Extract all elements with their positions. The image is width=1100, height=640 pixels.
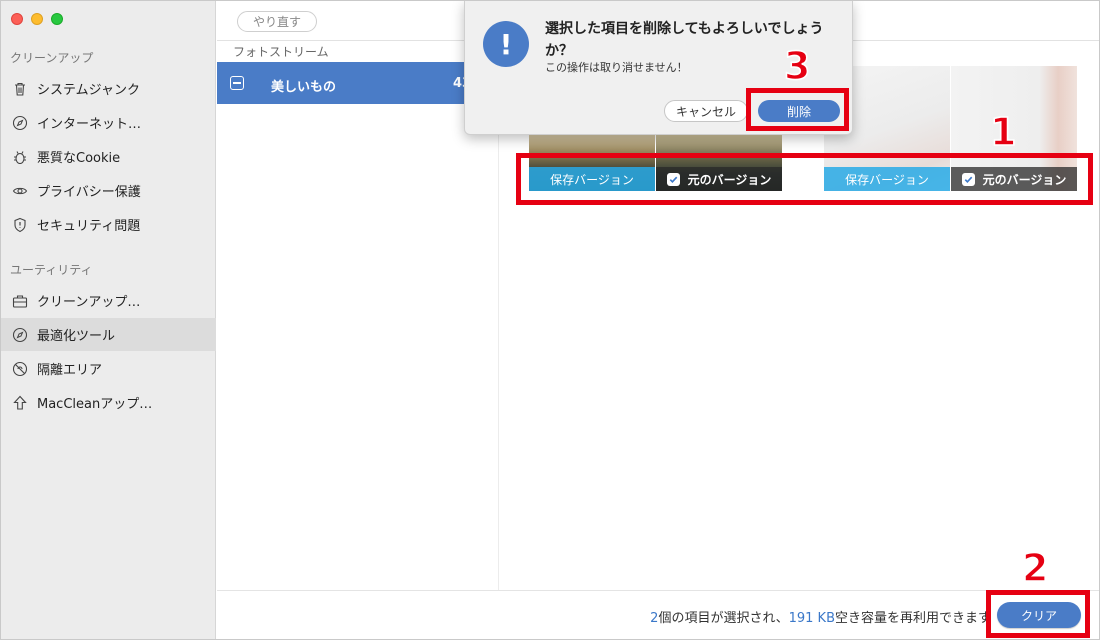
upload-arrow-icon [11,394,29,412]
sidebar-item-label: クリーンアップ… [37,295,141,310]
sidebar-item-label: プライバシー保護 [37,185,141,200]
sidebar-item-label: 悪質なCookie [37,151,121,166]
sidebar-item-label: 隔離エリア [37,363,103,378]
bottom-bar: 2個の項目が選択され、191 KB空き容量を再利用できます クリア [217,590,1099,639]
compass-icon [11,326,29,344]
annotation-number-1: 1 [989,109,1017,155]
reclaim-size: 191 KB [788,611,835,626]
sidebar-item-label: MacCleanアップ… [37,397,153,412]
sidebar-item-cleanup-tools[interactable]: クリーンアップ… [1,284,216,317]
exclamation-icon: ! [483,21,529,67]
section-header-cleanup: クリーンアップ [10,51,94,65]
briefcase-icon [11,292,29,310]
annotation-number-3: 3 [783,43,811,89]
sidebar-item-label: インターネット… [37,117,142,132]
app-window: クリーンアップ システムジャンク インターネット… 悪質なCookie プライバ… [0,0,1100,640]
sidebar-item-label: システムジャンク [37,83,140,98]
photostream-list: フォトストリーム 美しいもの 43 [217,41,499,591]
sidebar-item-cookie[interactable]: 悪質なCookie [1,140,216,173]
list-item-label: 美しいもの [271,80,337,95]
status-text-2: 空き容量を再利用できます [834,611,991,626]
trash-icon [11,80,29,98]
deselect-checkbox[interactable] [230,76,244,90]
shield-icon [11,216,29,234]
sidebar-item-update[interactable]: MacCleanアップ… [1,386,216,419]
sidebar-item-quarantine[interactable]: 隔離エリア [1,352,216,385]
dialog-message: この操作は取り消せません！ [545,61,688,74]
list-header: フォトストリーム [233,45,329,59]
eye-icon [11,182,29,200]
redo-button[interactable]: やり直す [237,11,317,32]
quarantine-icon [11,360,29,378]
list-item[interactable]: 美しいもの 43 [217,62,499,104]
status-text-1: 個の項目が選択され、 [658,611,789,626]
cancel-button[interactable]: キャンセル [664,100,748,122]
sidebar: クリーンアップ システムジャンク インターネット… 悪質なCookie プライバ… [1,1,216,639]
sidebar-item-privacy[interactable]: プライバシー保護 [1,174,216,207]
minimize-window-button[interactable] [31,13,43,25]
zoom-window-button[interactable] [51,13,63,25]
sidebar-item-optimizer[interactable]: 最適化ツール [1,318,216,351]
section-header-utility: ユーティリティ [10,263,93,277]
sidebar-item-internet[interactable]: インターネット… [1,106,216,139]
compass-icon [11,114,29,132]
sidebar-item-security[interactable]: セキュリティ問題 [1,208,216,241]
annotation-highlight-versions [516,153,1093,205]
annotation-highlight-delete [746,88,849,131]
sidebar-item-system-junk[interactable]: システムジャンク [1,72,216,105]
selection-status: 2個の項目が選択され、191 KB空き容量を再利用できます [650,607,991,626]
sidebar-item-label: 最適化ツール [37,329,116,344]
close-window-button[interactable] [11,13,23,25]
window-controls [11,13,63,25]
annotation-highlight-clear [986,590,1090,638]
bug-icon [11,148,29,166]
sidebar-item-label: セキュリティ問題 [37,219,141,234]
annotation-number-2: 2 [1021,545,1049,591]
